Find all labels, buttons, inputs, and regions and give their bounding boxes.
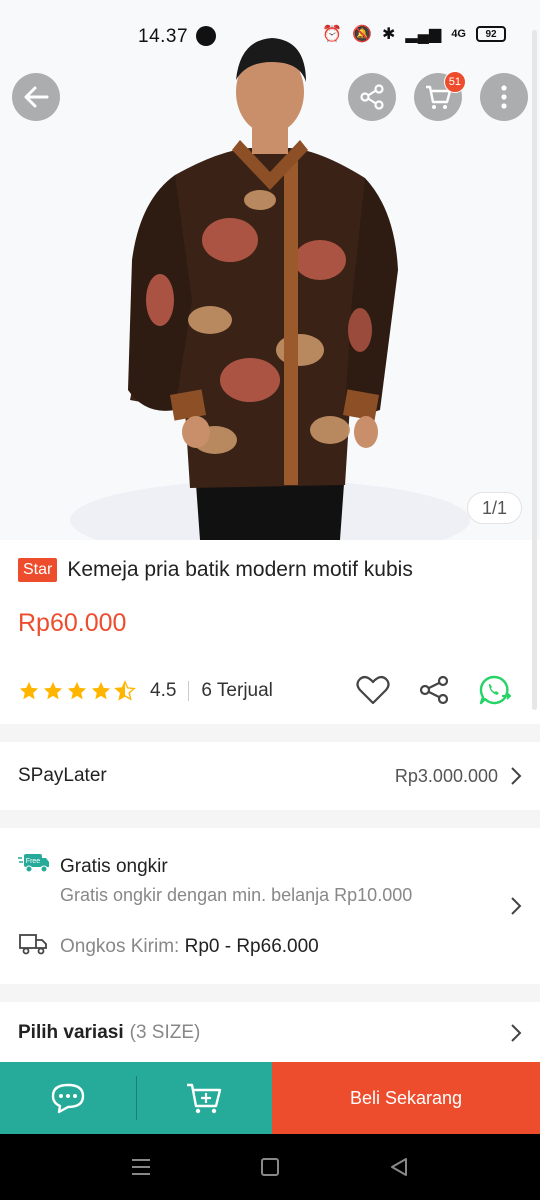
add-to-cart-button[interactable] <box>136 1062 272 1134</box>
chat-icon <box>51 1083 85 1114</box>
chat-button[interactable] <box>0 1062 136 1134</box>
battery-icon: 92 <box>476 26 506 42</box>
free-shipping-subtitle: Gratis ongkir dengan min. belanja Rp10.0… <box>60 885 413 905</box>
star-icon <box>91 681 111 700</box>
mute-icon: 🔕 <box>352 26 372 43</box>
cart-button[interactable]: 51 <box>414 71 466 121</box>
shipping-section[interactable]: Free Gratis ongkir Gratis ongkir dengan … <box>0 828 540 984</box>
rating-stars <box>18 680 136 702</box>
status-time: 14.37 <box>138 26 189 47</box>
spaylater-label: SPayLater <box>18 765 107 786</box>
heart-icon[interactable] <box>356 675 390 705</box>
image-pager: 1/1 <box>466 492 522 524</box>
star-icon <box>19 681 39 700</box>
product-title-row: Star Kemeja pria batik modern motif kubi… <box>18 558 413 582</box>
product-actions <box>356 674 512 706</box>
rating-row: 4.5 6 Terjual <box>18 674 522 708</box>
status-icons: ⏰ 🔕 ✱ ▂▄▆ 4G 92 <box>322 24 506 44</box>
star-half-icon <box>114 680 136 701</box>
star-icon <box>67 681 87 700</box>
share-icon[interactable] <box>418 675 450 705</box>
section-gap <box>0 984 540 1002</box>
scrollbar[interactable] <box>532 30 537 710</box>
chevron-right-icon <box>511 1024 522 1042</box>
share-icon <box>360 84 384 110</box>
menu-icon[interactable] <box>130 1156 152 1178</box>
buy-now-button[interactable]: Beli Sekarang <box>272 1062 540 1134</box>
chevron-right-icon <box>511 897 522 915</box>
whatsapp-icon[interactable] <box>478 674 512 706</box>
spaylater-limit: Rp3.000.000 <box>394 765 498 786</box>
variation-selector[interactable]: Pilih variasi (3 SIZE) <box>0 1002 540 1064</box>
free-shipping-icon: Free <box>18 854 49 873</box>
shipping-cost: Ongkos Kirim: Rp0 - Rp66.000 <box>60 936 319 958</box>
back-button[interactable] <box>12 73 60 121</box>
notification-icon <box>196 26 216 46</box>
free-shipping-title: Gratis ongkir <box>60 856 168 877</box>
variation-label: Pilih variasi <box>18 1022 124 1043</box>
free-tag-text: Free <box>26 858 41 865</box>
rating-divider <box>188 681 190 701</box>
truck-icon <box>19 934 47 955</box>
section-gap <box>0 810 540 828</box>
shipping-cost-value: Rp0 - Rp66.000 <box>184 936 319 957</box>
bluetooth-icon: ✱ <box>381 26 396 43</box>
product-title: Kemeja pria batik modern motif kubis <box>67 558 413 581</box>
star-seller-badge: Star <box>18 558 58 582</box>
rating-value: 4.5 <box>150 680 177 701</box>
more-vertical-icon <box>501 85 507 109</box>
variation-detail: (3 SIZE) <box>129 1022 201 1043</box>
signal-icon: ▂▄▆ <box>405 26 442 43</box>
sold-count: 6 Terjual <box>201 680 273 701</box>
shipping-cost-label: Ongkos Kirim: <box>60 936 185 957</box>
spaylater-row[interactable]: SPayLater Rp3.000.000 <box>0 742 540 810</box>
status-bar: 14.37 ⏰ 🔕 ✱ ▂▄▆ 4G 92 <box>0 18 540 54</box>
add-cart-icon <box>187 1083 222 1114</box>
cart-count-badge: 51 <box>443 71 466 93</box>
chevron-right-icon <box>511 767 522 785</box>
bottom-action-bar: Beli Sekarang <box>0 1062 540 1134</box>
share-button[interactable] <box>348 73 396 121</box>
star-icon <box>43 681 63 700</box>
home-icon[interactable] <box>260 1156 280 1178</box>
alarm-icon: ⏰ <box>322 26 343 43</box>
back-nav-icon[interactable] <box>388 1156 410 1178</box>
system-nav-bar <box>0 1134 540 1200</box>
product-price: Rp60.000 <box>18 609 127 637</box>
network-type-label: 4G <box>451 28 466 40</box>
section-gap <box>0 724 540 742</box>
more-options-button[interactable] <box>480 73 528 121</box>
arrow-left-icon <box>24 86 49 108</box>
